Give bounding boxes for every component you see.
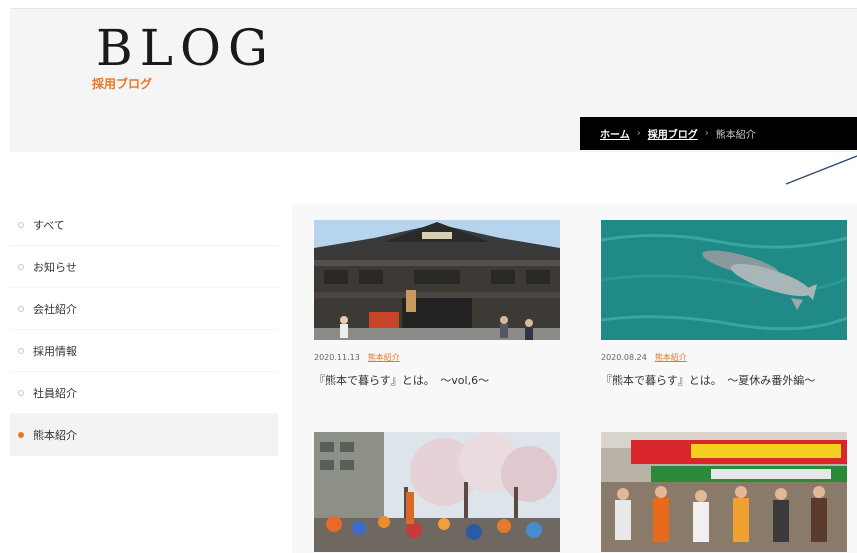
bullet-icon	[18, 347, 24, 354]
post-card[interactable]: 2020.08.24 熊本紹介 『熊本で暮らす』とは。 〜夏休み番外編〜	[601, 220, 847, 390]
sidebar-item-label: 熊本紹介	[33, 428, 77, 442]
sidebar-item-recruit[interactable]: 採用情報	[10, 330, 278, 372]
dolphin-photo	[601, 220, 847, 340]
post-thumbnail[interactable]	[601, 432, 847, 552]
sidebar-item-label: すべて	[33, 218, 65, 232]
post-thumbnail[interactable]	[601, 220, 847, 340]
bullet-icon	[18, 389, 24, 396]
sidebar-item-label: 社員紹介	[33, 386, 77, 400]
post-thumbnail[interactable]	[314, 432, 560, 552]
decorative-line	[785, 155, 857, 185]
post-category-link[interactable]: 熊本紹介	[655, 352, 687, 363]
festival-photo	[314, 432, 560, 552]
station-photo	[314, 220, 560, 340]
post-title[interactable]: 『熊本で暮らす』とは。 〜夏休み番外編〜	[601, 372, 847, 390]
sidebar-item-company[interactable]: 会社紹介	[10, 288, 278, 330]
sidebar-item-label: 会社紹介	[33, 302, 77, 316]
post-meta: 2020.11.13 熊本紹介	[314, 352, 560, 363]
sidebar-item-label: 採用情報	[33, 344, 77, 358]
post-date: 2020.11.13	[314, 353, 360, 362]
sidebar-item-all[interactable]: すべて	[10, 204, 278, 246]
category-sidebar: すべて お知らせ 会社紹介 採用情報 社員紹介 熊本紹介	[10, 204, 278, 456]
post-grid: 2020.11.13 熊本紹介 『熊本で暮らす』とは。 〜vol,6〜 2020…	[292, 204, 857, 553]
sidebar-item-staff[interactable]: 社員紹介	[10, 372, 278, 414]
post-thumbnail[interactable]	[314, 220, 560, 340]
bullet-icon	[18, 431, 24, 438]
bullet-icon	[18, 263, 24, 270]
sidebar-item-label: お知らせ	[33, 260, 77, 274]
sidebar-item-kumamoto[interactable]: 熊本紹介	[10, 414, 278, 456]
sidebar-item-news[interactable]: お知らせ	[10, 246, 278, 288]
post-title[interactable]: 『熊本で暮らす』とは。 〜vol,6〜	[314, 372, 560, 390]
post-card[interactable]: 2020.11.13 熊本紹介 『熊本で暮らす』とは。 〜vol,6〜	[314, 220, 560, 390]
post-card[interactable]	[601, 432, 847, 552]
event-photo	[601, 432, 847, 552]
bullet-icon	[18, 305, 24, 312]
bullet-icon	[18, 221, 24, 228]
post-meta: 2020.08.24 熊本紹介	[601, 352, 847, 363]
post-card[interactable]	[314, 432, 560, 552]
post-date: 2020.08.24	[601, 353, 647, 362]
post-category-link[interactable]: 熊本紹介	[368, 352, 400, 363]
